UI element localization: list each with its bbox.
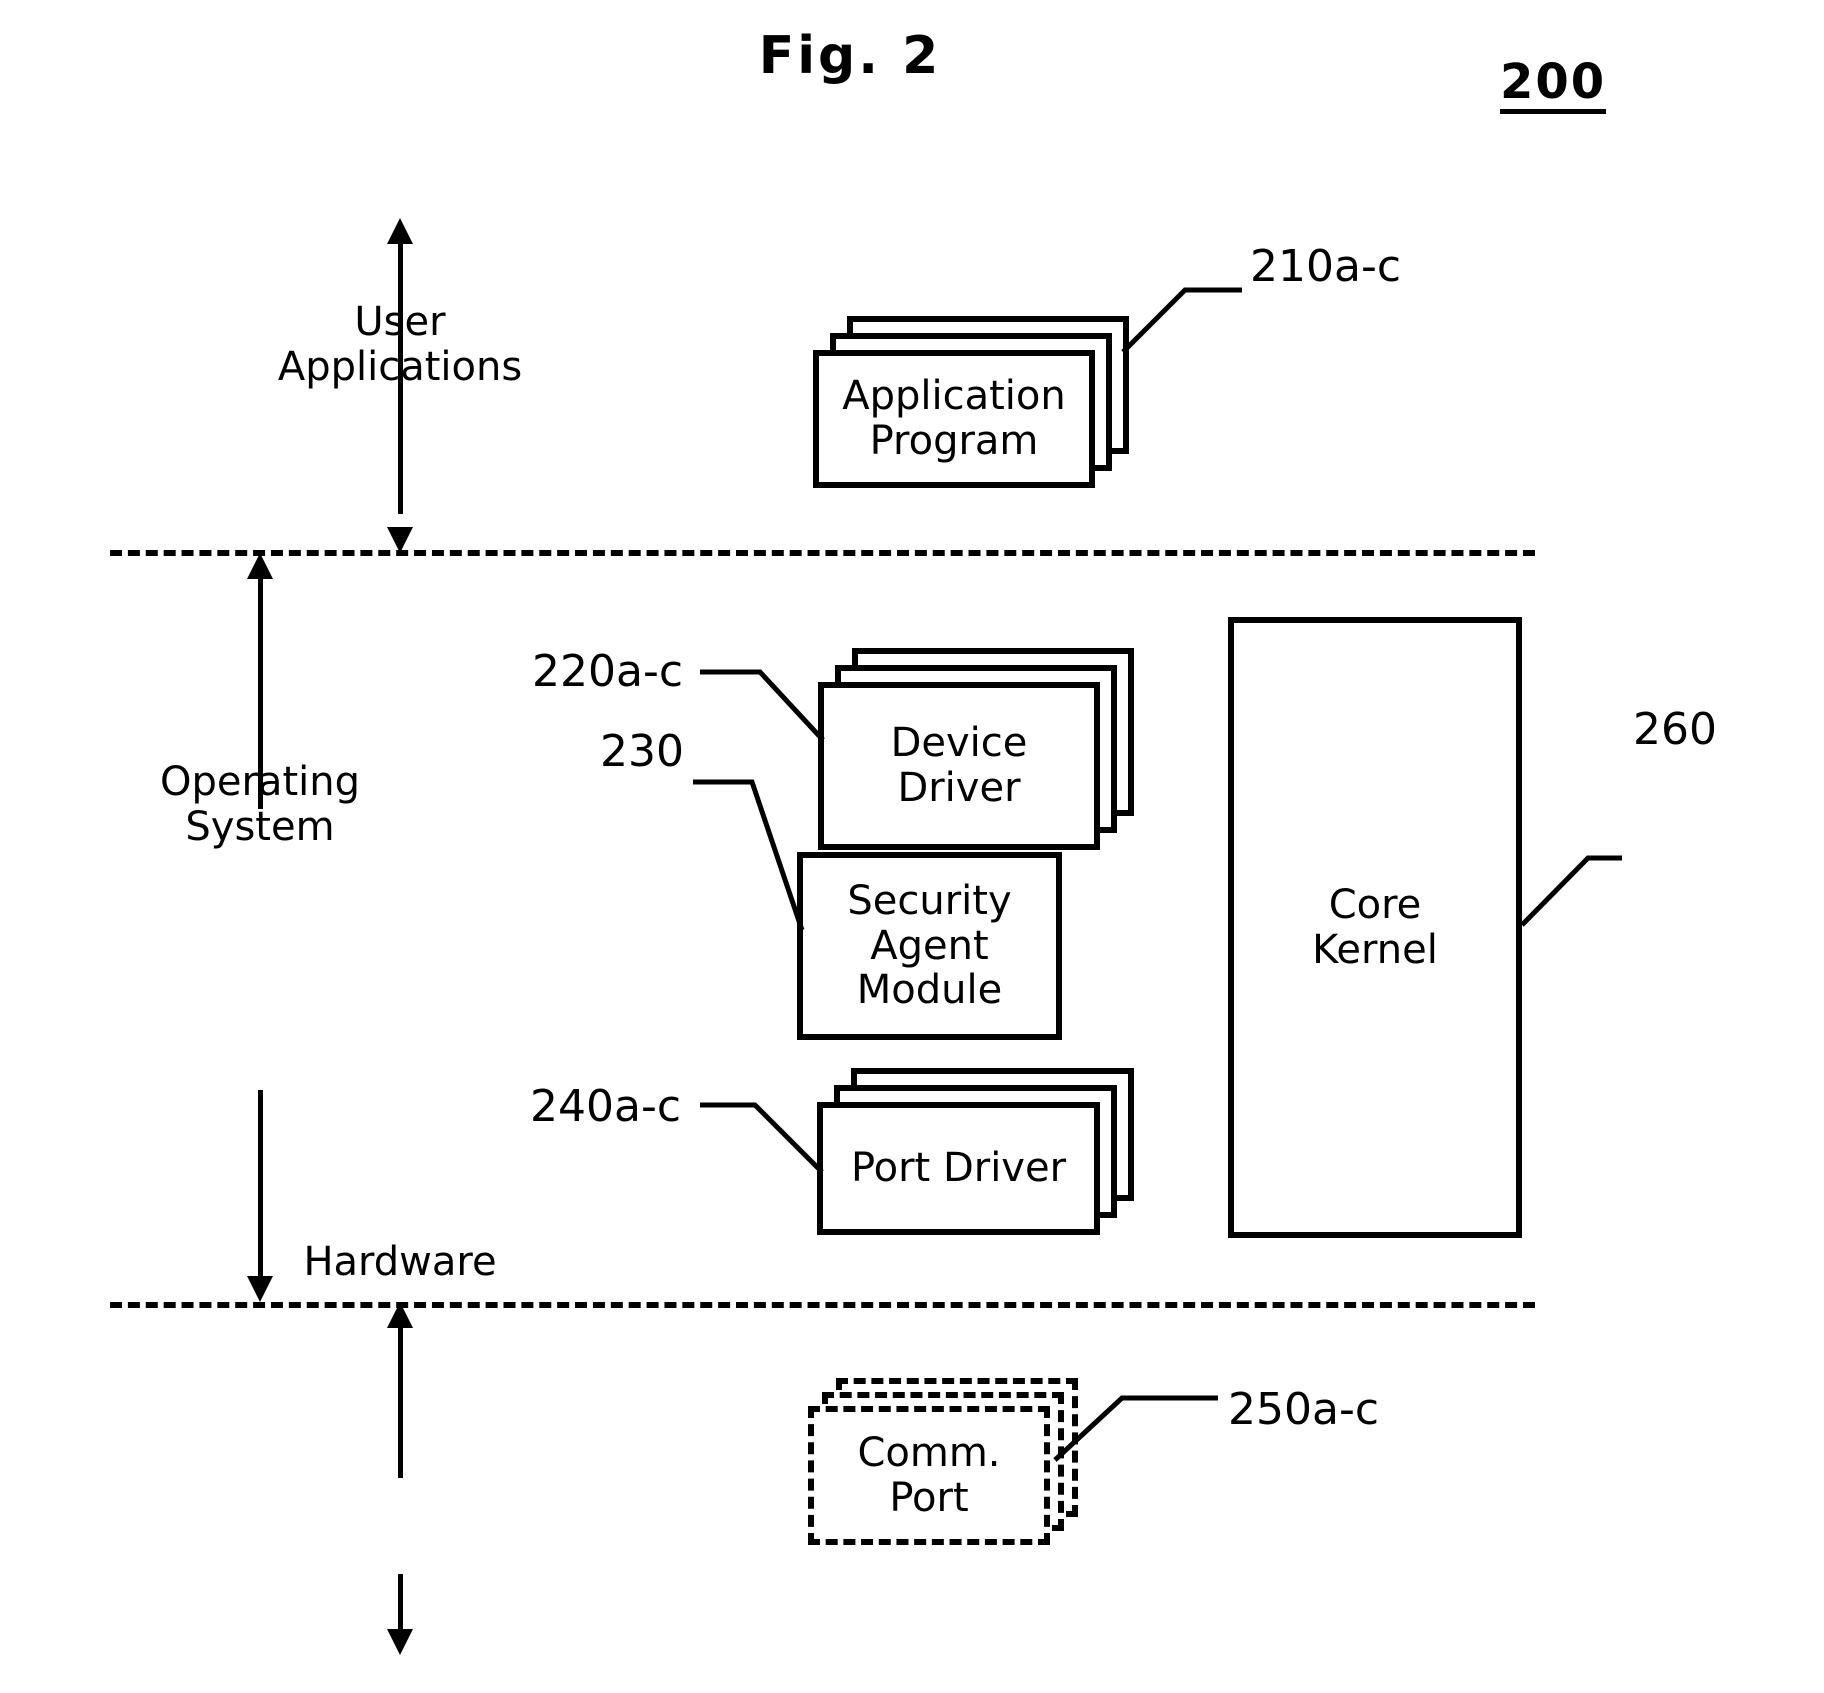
ref-number-250: 250a-c (1228, 1384, 1380, 1435)
ref-number-230: 230 (600, 726, 684, 777)
patent-figure-canvas: Fig. 2 200 User Applications Operating S… (0, 0, 1824, 1693)
ref-number-260: 260 (1633, 704, 1717, 755)
ref-number-220: 220a-c (532, 646, 684, 697)
ref-number-210: 210a-c (1250, 241, 1402, 292)
ref-number-240: 240a-c (530, 1081, 682, 1132)
leader-lines (693, 287, 1622, 1462)
